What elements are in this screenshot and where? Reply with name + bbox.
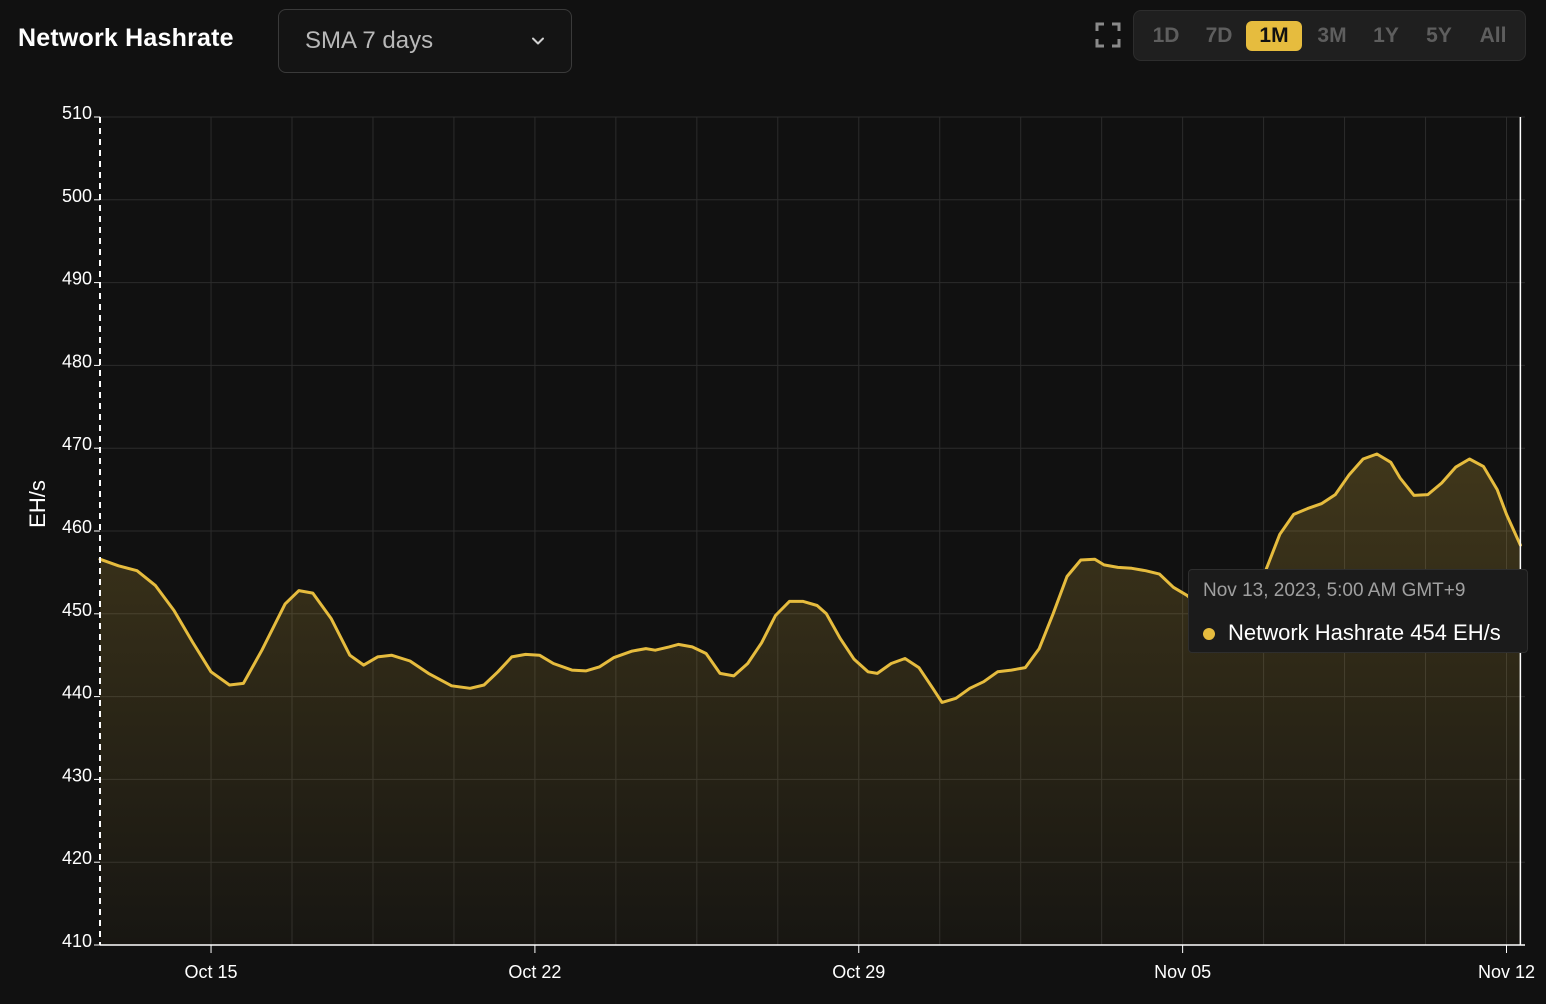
x-tick-label: Nov 05 bbox=[1154, 962, 1211, 982]
y-tick-label: 450 bbox=[62, 600, 92, 620]
tooltip-series-value: 454 EH/s bbox=[1410, 620, 1501, 645]
tooltip-date: Nov 13, 2023, 5:00 AM GMT+9 bbox=[1203, 580, 1466, 601]
y-tick-label: 440 bbox=[62, 683, 92, 703]
y-axis-label: EH/s bbox=[25, 480, 50, 528]
tooltip-series-name: Network Hashrate bbox=[1228, 620, 1405, 645]
x-tick-label: Oct 22 bbox=[508, 962, 561, 982]
y-tick-label: 510 bbox=[62, 103, 92, 123]
series-area bbox=[100, 454, 1521, 945]
chart-tooltip: Nov 13, 2023, 5:00 AM GMT+9 Network Hash… bbox=[1188, 569, 1528, 653]
y-tick-label: 500 bbox=[62, 186, 92, 206]
tooltip-series: Network Hashrate 454 EH/s bbox=[1228, 620, 1501, 646]
x-tick-label: Oct 29 bbox=[832, 962, 885, 982]
y-tick-label: 430 bbox=[62, 765, 92, 785]
y-tick-label: 470 bbox=[62, 434, 92, 454]
y-tick-label: 480 bbox=[62, 351, 92, 371]
x-tick-label: Oct 15 bbox=[185, 962, 238, 982]
y-tick-label: 490 bbox=[62, 269, 92, 289]
y-tick-label: 410 bbox=[62, 931, 92, 951]
series-dot-icon bbox=[1203, 628, 1215, 640]
hashrate-chart[interactable]: EH/s 410 420 430 440 450 460 470 480 490 500 510 Oc… bbox=[0, 0, 1546, 1004]
x-tick-label: Nov 12 bbox=[1478, 962, 1535, 982]
y-tick-label: 420 bbox=[62, 848, 92, 868]
y-tick-label: 460 bbox=[62, 517, 92, 537]
area-layer bbox=[98, 452, 1522, 945]
